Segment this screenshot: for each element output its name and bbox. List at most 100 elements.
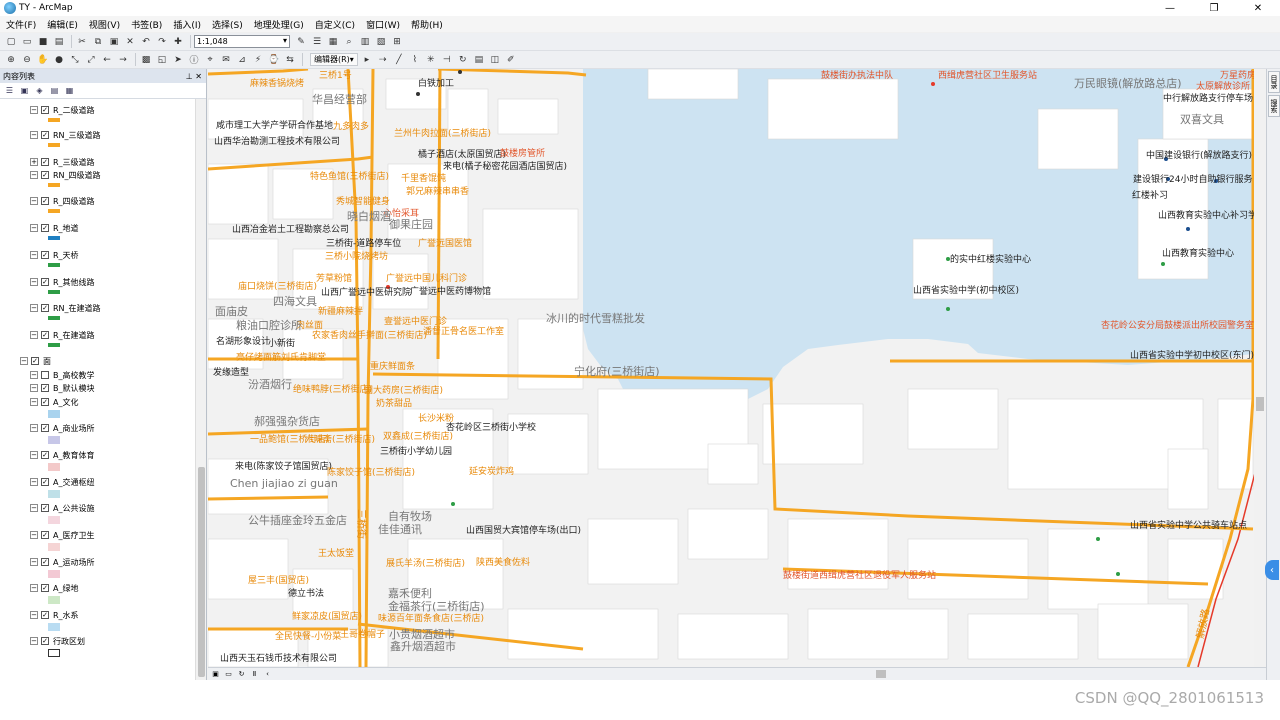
paste-icon[interactable]: ▣ [107, 35, 121, 48]
full-extent-icon[interactable]: ● [52, 53, 66, 66]
expand-toggle-icon[interactable]: − [30, 278, 38, 286]
expand-toggle-icon[interactable]: − [30, 584, 38, 592]
open-folder-icon[interactable]: ▭ [20, 35, 34, 48]
toc-layer-13[interactable]: − ✓ A_文化 [30, 396, 78, 408]
straight-segment-icon[interactable]: ╱ [392, 53, 406, 66]
toc-layer-3[interactable]: − ✓ RN_四级道路 [30, 169, 101, 181]
attributes-icon[interactable]: ▤ [472, 53, 486, 66]
side-collapse-icon[interactable]: ‹ [1265, 560, 1279, 580]
expand-toggle-icon[interactable]: − [30, 504, 38, 512]
toc-layer-8[interactable]: − ✓ RN_在建道路 [30, 302, 101, 314]
layer-visibility-checkbox[interactable]: ✓ [41, 398, 49, 406]
layer-visibility-checkbox[interactable]: ✓ [41, 304, 49, 312]
layer-visibility-checkbox[interactable]: ✓ [41, 531, 49, 539]
toc-layer-10[interactable]: − ✓ 面 [20, 355, 51, 367]
zoom-in-icon[interactable]: ⊕ [4, 53, 18, 66]
toc-layer-7[interactable]: − ✓ R_其他线路 [30, 276, 95, 288]
toc-layer-21[interactable]: − ✓ R_水系 [30, 609, 79, 621]
menu-file[interactable]: 文件(F) [6, 18, 36, 31]
expand-toggle-icon[interactable]: − [30, 424, 38, 432]
menu-help[interactable]: 帮助(H) [411, 18, 443, 31]
expand-toggle-icon[interactable]: − [30, 171, 38, 179]
toc-layer-9[interactable]: − ✓ R_在建道路 [30, 329, 95, 341]
measure-icon[interactable]: ⊿ [235, 53, 249, 66]
search-tab[interactable]: 搜索 [1268, 95, 1280, 117]
menu-geoprocessing[interactable]: 地理处理(G) [254, 18, 304, 31]
layer-visibility-checkbox[interactable]: ✓ [41, 278, 49, 286]
redo-icon[interactable]: ↷ [155, 35, 169, 48]
layout-view-icon[interactable]: ▭ [223, 669, 234, 679]
expand-toggle-icon[interactable]: − [30, 197, 38, 205]
new-document-icon[interactable]: ▢ [4, 35, 18, 48]
html-popup-icon[interactable]: ✉ [219, 53, 233, 66]
layer-visibility-checkbox[interactable]: ✓ [41, 504, 49, 512]
layer-visibility-checkbox[interactable]: ✓ [41, 611, 49, 619]
model-builder-icon[interactable]: ⊞ [390, 35, 404, 48]
zoom-out-icon[interactable]: ⊖ [20, 53, 34, 66]
search-window-icon[interactable]: ⌕ [342, 35, 356, 48]
catalog-icon[interactable]: ▦ [326, 35, 340, 48]
split-icon[interactable]: ⊣ [440, 53, 454, 66]
list-by-selection-icon[interactable]: ▤ [48, 85, 61, 97]
table-of-contents-icon[interactable]: ☰ [310, 35, 324, 48]
menu-selection[interactable]: 选择(S) [212, 18, 243, 31]
undo-icon[interactable]: ↶ [139, 35, 153, 48]
toc-options-icon[interactable]: ▦ [63, 85, 76, 97]
expand-toggle-icon[interactable]: + [30, 158, 38, 166]
expand-toggle-icon[interactable]: − [30, 304, 38, 312]
layer-visibility-checkbox[interactable]: ✓ [41, 451, 49, 459]
time-slider-icon[interactable]: ⌚ [267, 53, 281, 66]
pan-icon[interactable]: ✋ [36, 53, 50, 66]
layer-visibility-checkbox[interactable]: ✓ [41, 558, 49, 566]
expand-toggle-icon[interactable]: − [30, 558, 38, 566]
python-icon[interactable]: ▧ [374, 35, 388, 48]
pause-drawing-icon[interactable]: Ⅱ [249, 669, 260, 679]
map-view[interactable]: 三桥街 解放路 白铁加工 咸市理工大学产学研合作基地 山西华治勘测工程技术有限公司橘… [208, 69, 1266, 667]
layer-visibility-checkbox[interactable]: ✓ [41, 384, 49, 392]
expand-toggle-icon[interactable]: − [30, 637, 38, 645]
expand-toggle-icon[interactable]: − [30, 451, 38, 459]
toc-layer-18[interactable]: − ✓ A_医疗卫生 [30, 529, 94, 541]
find-route-icon[interactable]: ⇆ [283, 53, 297, 66]
expand-toggle-icon[interactable]: − [20, 357, 28, 365]
scroll-left-icon[interactable]: ‹ [262, 669, 273, 679]
editor-toolbar-icon[interactable]: ✎ [294, 35, 308, 48]
map-canvas[interactable]: 三桥街 解放路 [208, 69, 1266, 667]
layer-visibility-checkbox[interactable]: ✓ [41, 131, 49, 139]
toc-layer-1[interactable]: − ✓ RN_三级道路 [30, 129, 101, 141]
expand-toggle-icon[interactable]: − [30, 106, 38, 114]
menu-bookmarks[interactable]: 书签(B) [131, 18, 162, 31]
toc-pin-close[interactable]: ⊥ ✕ [186, 72, 202, 81]
menu-view[interactable]: 视图(V) [89, 18, 120, 31]
maximize-button[interactable]: ❐ [1192, 0, 1236, 16]
arctoolbox-icon[interactable]: ▥ [358, 35, 372, 48]
forward-extent-icon[interactable]: → [116, 53, 130, 66]
layer-visibility-checkbox[interactable]: ✓ [41, 224, 49, 232]
map-vertical-scrollbar[interactable] [1254, 69, 1266, 667]
layer-visibility-checkbox[interactable]: ✓ [41, 584, 49, 592]
menu-edit[interactable]: 编辑(E) [47, 18, 78, 31]
expand-toggle-icon[interactable]: − [30, 224, 38, 232]
toc-layer-17[interactable]: − ✓ A_公共设施 [30, 502, 94, 514]
layer-visibility-checkbox[interactable]: ✓ [41, 197, 49, 205]
hyperlink-icon[interactable]: ⚡ [251, 53, 265, 66]
toc-scrollbar[interactable] [195, 99, 206, 680]
toc-layer-11[interactable]: − B_高校教学 [30, 369, 95, 381]
toc-layer-14[interactable]: − ✓ A_商业场所 [30, 422, 94, 434]
layer-visibility-checkbox[interactable]: ✓ [31, 357, 39, 365]
expand-toggle-icon[interactable]: − [30, 531, 38, 539]
menu-insert[interactable]: 插入(I) [173, 18, 201, 31]
catalog-tab[interactable]: 目录 [1268, 71, 1280, 93]
select-elements-icon[interactable]: ➤ [171, 53, 185, 66]
map-scale-input[interactable]: 1:1,048 [194, 35, 290, 48]
expand-toggle-icon[interactable]: − [30, 398, 38, 406]
menu-customize[interactable]: 自定义(C) [315, 18, 355, 31]
toc-layer-5[interactable]: − ✓ R_地道 [30, 222, 79, 234]
fixed-zoom-out-icon[interactable]: ⤢ [84, 53, 98, 66]
fixed-zoom-in-icon[interactable]: ⤡ [68, 53, 82, 66]
toc-layer-15[interactable]: − ✓ A_教育体育 [30, 449, 94, 461]
trace-icon[interactable]: ⌇ [408, 53, 422, 66]
toc-layer-19[interactable]: − ✓ A_运动场所 [30, 556, 94, 568]
toc-layer-22[interactable]: − ✓ 行政区划 [30, 635, 85, 647]
list-by-drawing-order-icon[interactable]: ☰ [3, 85, 16, 97]
